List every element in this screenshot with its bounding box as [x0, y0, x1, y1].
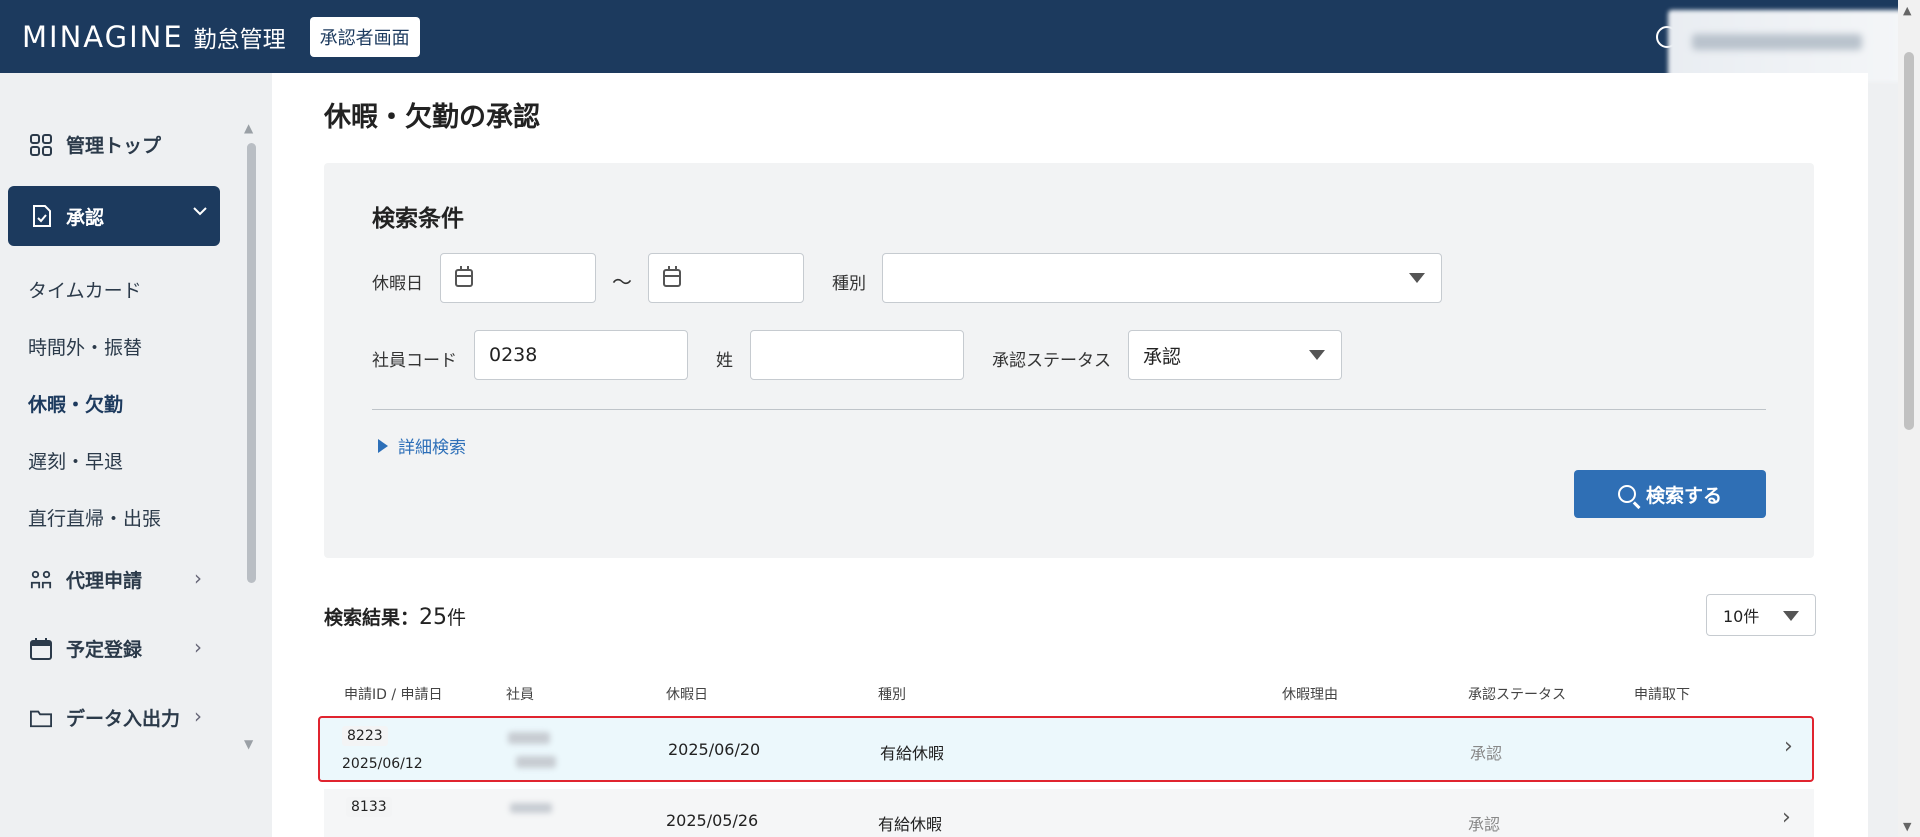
sidebar-sub-direct[interactable]: 直行直帰・出張 — [28, 504, 161, 531]
sidebar-sub-late[interactable]: 遅刻・早退 — [28, 447, 123, 474]
column-header-id-date: 申請ID / 申請日 — [344, 687, 443, 703]
employee-code-input[interactable]: 0238 — [474, 330, 688, 380]
table-row[interactable]: 8223 2025/06/12 2025/06/20 有給休暇 承認 › — [318, 716, 1814, 782]
sidebar-sub-timecard[interactable]: タイムカード — [28, 276, 142, 303]
type-label: 種別 — [832, 274, 866, 294]
caret-down-icon — [1309, 350, 1325, 360]
search-panel: 検索条件 休暇日 〜 種別 社員コード 0238 姓 承認ステータス 承認 詳細… — [324, 163, 1814, 558]
table-row[interactable]: 8133 2025/05/26 有給休暇 承認 › — [324, 789, 1814, 837]
calendar-icon — [663, 266, 681, 287]
sidebar-item-label: 承認 — [66, 206, 105, 229]
employee-code-label: 社員コード — [372, 351, 457, 371]
sidebar-item-admin-top[interactable]: 管理トップ — [30, 131, 161, 158]
scroll-up-arrow-icon[interactable]: ▲ — [244, 121, 253, 135]
caret-down-icon — [1409, 273, 1425, 283]
scroll-up-arrow-icon[interactable]: ▲ — [1903, 4, 1911, 17]
column-header-withdraw: 申請取下 — [1634, 687, 1690, 703]
people-icon — [30, 569, 52, 591]
approval-status: 承認 — [1470, 744, 1503, 763]
status-select-value: 承認 — [1143, 345, 1182, 368]
search-button[interactable]: 検索する — [1574, 470, 1766, 518]
status-select[interactable]: 承認 — [1128, 330, 1342, 380]
chevron-right-icon: › — [194, 566, 202, 590]
request-id: 8133 — [346, 797, 392, 817]
caret-down-icon — [1783, 611, 1799, 621]
chevron-right-icon: › — [194, 704, 202, 728]
last-name-label: 姓 — [716, 351, 733, 371]
scroll-down-arrow-icon[interactable]: ▼ — [1903, 820, 1911, 833]
page-scrollbar-thumb[interactable] — [1904, 52, 1914, 430]
calendar-icon — [30, 637, 52, 660]
search-icon — [1617, 485, 1636, 503]
search-button-label: 検索する — [1645, 484, 1722, 507]
chevron-right-icon: › — [194, 635, 202, 659]
column-header-holiday: 休暇日 — [666, 687, 708, 703]
scroll-down-arrow-icon[interactable]: ▼ — [244, 737, 253, 751]
sidebar-item-label: 予定登録 — [66, 639, 143, 661]
app-logo[interactable]: MINAGINE — [22, 20, 184, 54]
sidebar-item-label: 代理申請 — [66, 570, 143, 592]
grid-icon — [30, 133, 52, 156]
leave-type: 有給休暇 — [880, 744, 945, 763]
approval-status: 承認 — [1468, 815, 1501, 834]
document-check-icon — [32, 205, 52, 227]
main-content: 休暇・欠勤の承認 検索条件 休暇日 〜 種別 社員コード 0238 姓 承認ステ… — [272, 73, 1868, 837]
sidebar-item-label: 管理トップ — [66, 135, 162, 157]
page-size-select[interactable]: 10件 — [1706, 594, 1816, 636]
sidebar-scrollbar[interactable] — [247, 143, 256, 583]
holiday-label: 休暇日 — [372, 274, 423, 294]
holiday-date: 2025/06/20 — [668, 740, 761, 759]
page-size-value: 10件 — [1723, 607, 1760, 626]
sidebar-sub-overtime[interactable]: 時間外・振替 — [28, 333, 142, 360]
type-select[interactable] — [882, 253, 1442, 303]
holiday-to-date-input[interactable] — [648, 253, 804, 303]
employee-name-blurred — [508, 732, 550, 744]
app-name: 勤怠管理 — [193, 26, 286, 53]
request-date: 2025/06/12 — [342, 756, 423, 772]
folder-icon — [30, 707, 52, 729]
top-header: MINAGINE 勤怠管理 承認者画面 — [0, 0, 1920, 82]
sidebar: 管理トップ 承認 タイムカード 時間外・振替 休暇・欠勤 遅刻・早退 直行直帰・… — [0, 73, 270, 837]
sidebar-item-schedule[interactable]: 予定登録 — [30, 635, 142, 662]
leave-type: 有給休暇 — [878, 815, 943, 834]
sidebar-item-proxy[interactable]: 代理申請 — [30, 566, 142, 593]
sidebar-sub-leave[interactable]: 休暇・欠勤 — [28, 390, 123, 417]
chevron-down-icon — [192, 202, 208, 224]
column-header-status: 承認ステータス — [1468, 687, 1566, 703]
sidebar-item-data-io[interactable]: データ入出力 — [30, 704, 180, 731]
employee-name-blurred — [510, 803, 552, 813]
sidebar-item-label: データ入出力 — [66, 708, 181, 730]
request-id: 8223 — [342, 726, 388, 746]
advanced-search-label: 詳細検索 — [398, 438, 466, 458]
triangle-right-icon — [378, 438, 388, 453]
search-panel-title: 検索条件 — [372, 206, 464, 232]
sidebar-item-approval[interactable]: 承認 — [8, 186, 220, 246]
status-label: 承認ステータス — [992, 351, 1111, 371]
result-count-number: 25 — [419, 605, 448, 630]
divider — [372, 409, 1766, 410]
role-badge: 承認者画面 — [309, 16, 420, 57]
employee-code-blurred — [516, 756, 556, 768]
last-name-input[interactable] — [750, 330, 964, 380]
result-count-unit: 件 — [447, 607, 467, 629]
holiday-from-date-input[interactable] — [440, 253, 596, 303]
chevron-right-icon[interactable]: › — [1782, 805, 1791, 830]
calendar-icon — [455, 266, 473, 287]
result-count: 検索結果：25件 — [324, 603, 466, 630]
column-header-employee: 社員 — [506, 687, 534, 703]
result-count-label: 検索結果： — [324, 607, 420, 629]
user-menu[interactable] — [1668, 10, 1904, 82]
chevron-right-icon[interactable]: › — [1784, 734, 1793, 759]
page-title: 休暇・欠勤の承認 — [324, 102, 540, 133]
advanced-search-link[interactable]: 詳細検索 — [372, 433, 466, 458]
holiday-date: 2025/05/26 — [666, 811, 759, 830]
column-header-reason: 休暇理由 — [1282, 687, 1338, 703]
column-header-type: 種別 — [878, 687, 906, 703]
range-separator: 〜 — [612, 270, 632, 294]
